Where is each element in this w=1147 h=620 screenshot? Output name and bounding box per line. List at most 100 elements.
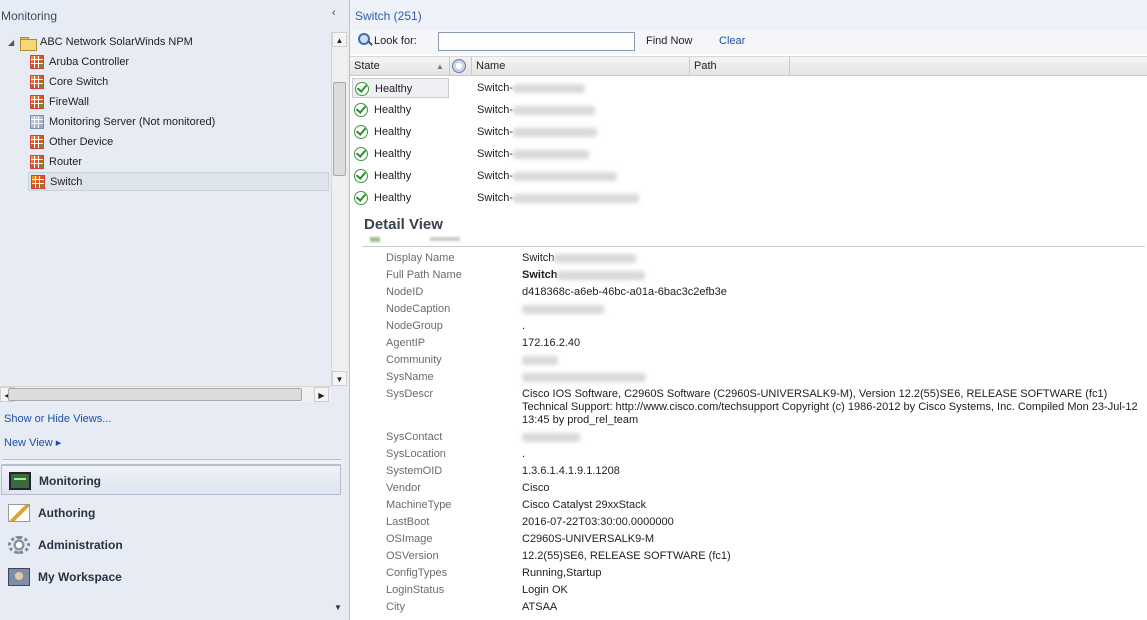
property-key: Community: [386, 354, 442, 366]
tree-horizontal-scrollbar[interactable]: ◀ ▶: [0, 386, 331, 402]
look-for-label: Look for:: [374, 35, 417, 47]
tree-item-label: Aruba Controller: [49, 56, 130, 68]
redacted-text: [557, 270, 646, 280]
clear-button[interactable]: Clear: [719, 35, 745, 47]
wunderbar-overflow-icon[interactable]: ▼: [334, 603, 342, 612]
property-value: Switch: [522, 269, 1144, 282]
redacted-text: [513, 149, 590, 159]
name-text: Switch-: [477, 170, 514, 182]
healthy-check-icon: [354, 147, 368, 161]
tree-root-abc-network[interactable]: ◢ ABC Network SolarWinds NPM: [8, 33, 193, 52]
name-text: Switch-: [477, 192, 514, 204]
collapse-pane-button[interactable]: ‹: [332, 7, 336, 19]
wunderbar-label: Monitoring: [39, 474, 101, 488]
property-key: OSVersion: [386, 550, 439, 562]
folder-tree: ◢ ABC Network SolarWinds NPM Aruba Contro…: [0, 32, 346, 386]
property-key: NodeCaption: [386, 303, 451, 315]
tree-item-other-device[interactable]: Other Device: [28, 133, 329, 152]
property-key: OSImage: [386, 533, 433, 545]
property-value: 2016-07-22T03:30:00.0000000: [522, 516, 674, 528]
property-key: Vendor: [386, 482, 421, 494]
wunderbar-administration[interactable]: Administration: [1, 530, 341, 560]
state-cell: Healthy: [352, 144, 449, 164]
column-header-name[interactable]: Name: [472, 57, 690, 76]
monitoring-icon: [9, 472, 31, 490]
scroll-up-arrow-icon[interactable]: ▲: [332, 32, 347, 47]
state-view-icon: [30, 135, 44, 149]
state-text: Healthy: [375, 83, 413, 95]
magnifier-icon: [358, 33, 372, 47]
table-row[interactable]: Healthy Switch-: [350, 187, 1147, 209]
state-cell: Healthy: [352, 100, 449, 120]
wunderbar-label: Administration: [38, 538, 123, 552]
my-workspace-icon: [8, 568, 30, 586]
state-view-icon: [30, 75, 44, 89]
property-key: SysDescr: [386, 388, 434, 400]
search-input[interactable]: [438, 32, 635, 51]
scroll-thumb[interactable]: [8, 388, 302, 401]
column-header-state[interactable]: State ▲: [350, 57, 450, 76]
name-text: Switch-: [477, 82, 514, 94]
name-cell: Switch-: [477, 78, 586, 98]
name-text: Switch-: [477, 126, 514, 138]
divider: [362, 246, 1145, 247]
scroll-right-arrow-icon[interactable]: ▶: [314, 387, 329, 402]
state-cell: Healthy: [352, 78, 449, 98]
state-cell: Healthy: [352, 166, 449, 186]
state-view-icon: [30, 155, 44, 169]
tree-item-firewall[interactable]: FireWall: [28, 93, 329, 112]
wunderbar-authoring[interactable]: Authoring: [1, 498, 341, 528]
name-cell: Switch-: [477, 144, 590, 164]
table-row[interactable]: Healthy Switch-: [350, 121, 1147, 143]
name-cell: Switch-: [477, 166, 618, 186]
administration-icon: [8, 536, 30, 554]
show-hide-views-link[interactable]: Show or Hide Views...: [4, 413, 111, 425]
detail-view-title: Detail View: [364, 216, 443, 233]
name-text: Switch-: [477, 104, 514, 116]
scroll-thumb[interactable]: [333, 82, 346, 176]
table-row[interactable]: Healthy Switch-: [350, 77, 1147, 99]
tree-item-label: Switch: [50, 176, 83, 188]
healthy-check-icon: [354, 169, 368, 183]
healthy-check-icon: [354, 103, 368, 117]
tree-item-label: Other Device: [49, 136, 114, 148]
wunderbar-my-workspace[interactable]: My Workspace: [1, 562, 341, 592]
wunderbar-label: My Workspace: [38, 570, 122, 584]
table-row[interactable]: Healthy Switch-: [350, 99, 1147, 121]
state-text: Healthy: [374, 104, 412, 116]
tree-item-switch[interactable]: Switch: [28, 172, 329, 191]
table-row[interactable]: Healthy Switch-: [350, 165, 1147, 187]
property-value: Switch: [522, 252, 1144, 265]
state-view-icon: [30, 115, 44, 129]
redacted-text: [554, 253, 637, 263]
state-view-icon: [30, 95, 44, 109]
expand-collapse-icon[interactable]: ◢: [8, 33, 20, 52]
table-row[interactable]: Healthy Switch-: [350, 143, 1147, 165]
tree-item-core-switch[interactable]: Core Switch: [28, 73, 329, 92]
column-header-path[interactable]: Path: [690, 57, 790, 76]
state-view-icon: [30, 55, 44, 69]
property-key: AgentIP: [386, 337, 426, 349]
redacted-text: [513, 83, 586, 93]
tree-item-aruba-controller[interactable]: Aruba Controller: [28, 53, 329, 72]
column-header-maintenance[interactable]: [450, 57, 472, 76]
find-now-button[interactable]: Find Now: [646, 35, 692, 47]
scroll-down-arrow-icon[interactable]: ▼: [332, 371, 347, 386]
wunderbar-monitoring[interactable]: Monitoring: [1, 465, 341, 495]
property-key: SysContact: [386, 431, 443, 443]
property-key: LoginStatus: [386, 584, 445, 596]
property-value: C2960S-UNIVERSALK9-M: [522, 533, 655, 545]
new-view-link[interactable]: New View ▸: [4, 436, 61, 449]
redacted-text: [522, 304, 604, 314]
tree-vertical-scrollbar[interactable]: ▲ ▼: [331, 32, 347, 386]
state-text: Healthy: [374, 170, 412, 182]
redacted-text: [513, 105, 596, 115]
tree-item-router[interactable]: Router: [28, 153, 329, 172]
property-value: Cisco IOS Software, C2960S Software (C29…: [522, 388, 1138, 426]
redacted-text: [522, 355, 558, 365]
state-text: Healthy: [374, 148, 412, 160]
search-bar: Look for: Find Now Clear: [350, 30, 1147, 54]
column-header-label: State: [354, 60, 380, 72]
tree-item-monitoring-server[interactable]: Monitoring Server (Not monitored): [28, 113, 329, 132]
property-value: 1.3.6.1.4.1.9.1.1208: [522, 465, 620, 477]
